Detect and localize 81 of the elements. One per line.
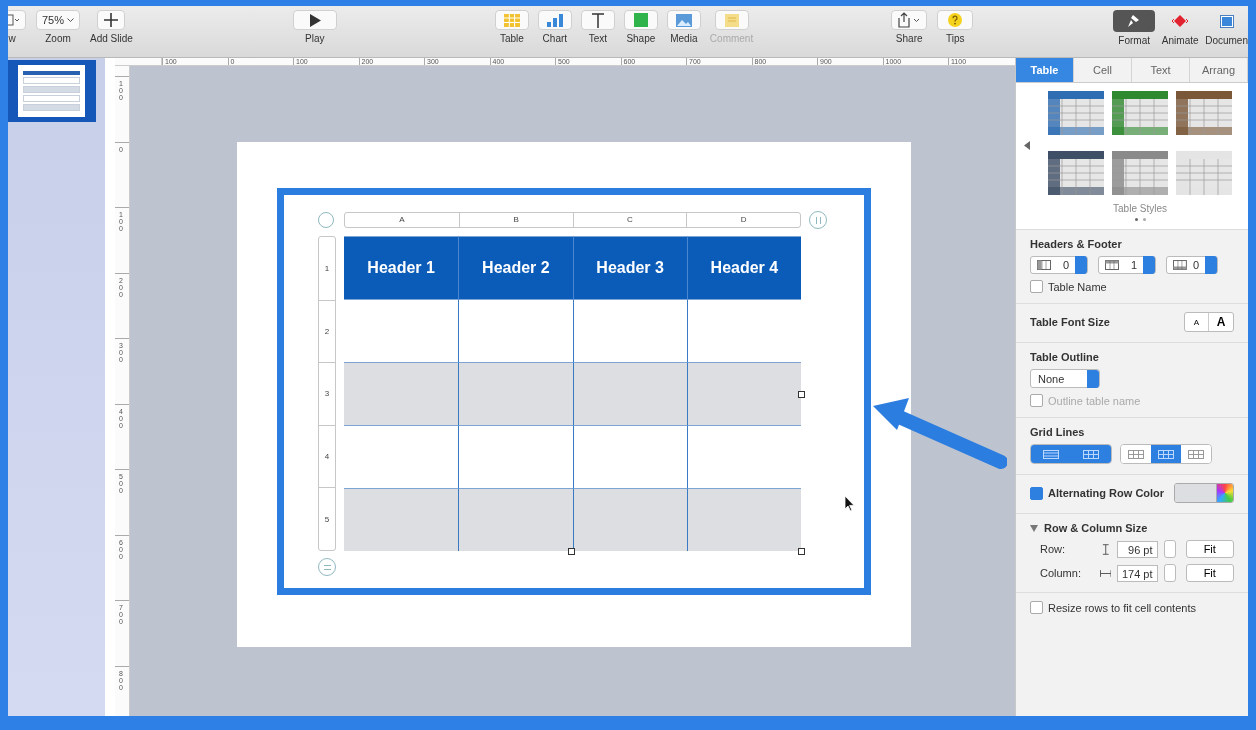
grid-lines-icon: [1188, 449, 1204, 459]
number-stepper[interactable]: 0: [1030, 256, 1088, 274]
stepper-arrows[interactable]: [1163, 540, 1176, 558]
column-label[interactable]: A: [345, 213, 459, 227]
row-label[interactable]: 1: [319, 237, 335, 300]
previous-icon[interactable]: [1024, 141, 1030, 150]
size-disclosure[interactable]: Row & Column Size: [1030, 522, 1234, 534]
section-caption: Table Styles: [1113, 203, 1167, 214]
section-title: Table Outline: [1030, 351, 1100, 363]
document-icon: [1219, 14, 1234, 28]
resize-handle[interactable]: [798, 391, 805, 398]
table-icon: [503, 13, 520, 27]
number-stepper[interactable]: 0: [1166, 256, 1218, 274]
table-style-swatch[interactable]: [1112, 91, 1168, 135]
fit-button[interactable]: Fit: [1185, 540, 1234, 558]
table-style-swatch[interactable]: [1048, 91, 1104, 135]
square-icon: [633, 13, 648, 27]
outline-style-dropdown[interactable]: None: [1030, 369, 1100, 388]
horizontal-lines-icon: [1043, 449, 1059, 459]
animate-button[interactable]: Animate: [1159, 10, 1202, 46]
horizontal-lines-button[interactable]: [1031, 445, 1071, 463]
add-slide-button[interactable]: Add Slide: [90, 10, 133, 44]
share-icon: [897, 12, 922, 28]
column-size-label: Column:: [1040, 567, 1082, 579]
column-size-field[interactable]: 174 pt: [1117, 564, 1158, 582]
header-cell: Header 4: [686, 236, 801, 299]
footer-rows-icon: [1173, 260, 1187, 270]
resize-handle[interactable]: [568, 548, 575, 555]
column-label[interactable]: D: [686, 213, 800, 227]
section-title: Grid Lines: [1030, 426, 1086, 438]
header-rows-icon: [1105, 260, 1119, 270]
diamond-icon: [1172, 15, 1189, 27]
row-label[interactable]: 5: [319, 487, 335, 550]
number-stepper[interactable]: 1: [1098, 256, 1156, 274]
view-icon: [8, 14, 20, 26]
row-label[interactable]: 3: [319, 362, 335, 425]
table-style-swatch[interactable]: [1112, 151, 1168, 195]
resize-rows-checkbox[interactable]: Resize rows to fit cell contents: [1030, 601, 1234, 614]
grid-lines-icon: [1083, 449, 1099, 459]
stepper-arrows[interactable]: [1163, 564, 1176, 582]
grid-lines-icon: [1158, 449, 1174, 459]
color-well[interactable]: [1174, 483, 1234, 503]
row-size-field[interactable]: 96 pt: [1117, 540, 1158, 558]
header-cell: Header 1: [344, 236, 459, 299]
column-label[interactable]: B: [458, 213, 573, 227]
decrease-font-button[interactable]: A: [1185, 313, 1209, 331]
bar-chart-icon: [546, 13, 563, 27]
vertical-lines-button[interactable]: [1071, 445, 1111, 463]
increase-font-button[interactable]: A: [1209, 313, 1233, 331]
header-columns-icon: [1037, 260, 1051, 270]
fit-button[interactable]: Fit: [1185, 564, 1234, 582]
header-cell: Header 3: [572, 236, 687, 299]
table-style-swatch[interactable]: [1176, 91, 1232, 135]
row-label[interactable]: 4: [319, 424, 335, 488]
table-style-swatch[interactable]: [1048, 151, 1104, 195]
page-dot[interactable]: [1134, 218, 1138, 221]
plus-icon: [104, 13, 119, 27]
chevron-down-icon: [67, 17, 75, 23]
header-row-lines-button[interactable]: [1151, 445, 1181, 463]
row-label[interactable]: 2: [319, 299, 335, 363]
pointer-cursor-icon: [845, 496, 855, 511]
slide-thumbnail[interactable]: [8, 60, 96, 122]
row-size-label: Row:: [1040, 543, 1067, 555]
play-icon: [308, 13, 321, 27]
resize-handle[interactable]: [798, 548, 805, 555]
text-icon: [590, 12, 605, 28]
section-title: Headers & Footer: [1030, 238, 1123, 250]
inspector-tab[interactable]: Table: [1016, 58, 1074, 82]
table-name-checkbox[interactable]: Table Name: [1030, 280, 1234, 293]
help-icon: [948, 13, 963, 27]
note-icon: [724, 13, 739, 27]
image-icon: [675, 13, 692, 27]
alternating-row-checkbox[interactable]: Alternating Row Color: [1030, 486, 1165, 500]
section-title: Table Font Size: [1030, 316, 1110, 328]
header-cell: Header 2: [458, 236, 573, 299]
document-button[interactable]: Documen: [1205, 10, 1248, 46]
column-label[interactable]: C: [572, 213, 687, 227]
page-dot[interactable]: [1142, 218, 1146, 221]
column-width-icon: [1099, 567, 1112, 579]
disclosure-triangle-icon: [1030, 524, 1038, 532]
grid-lines-icon: [1128, 449, 1144, 459]
